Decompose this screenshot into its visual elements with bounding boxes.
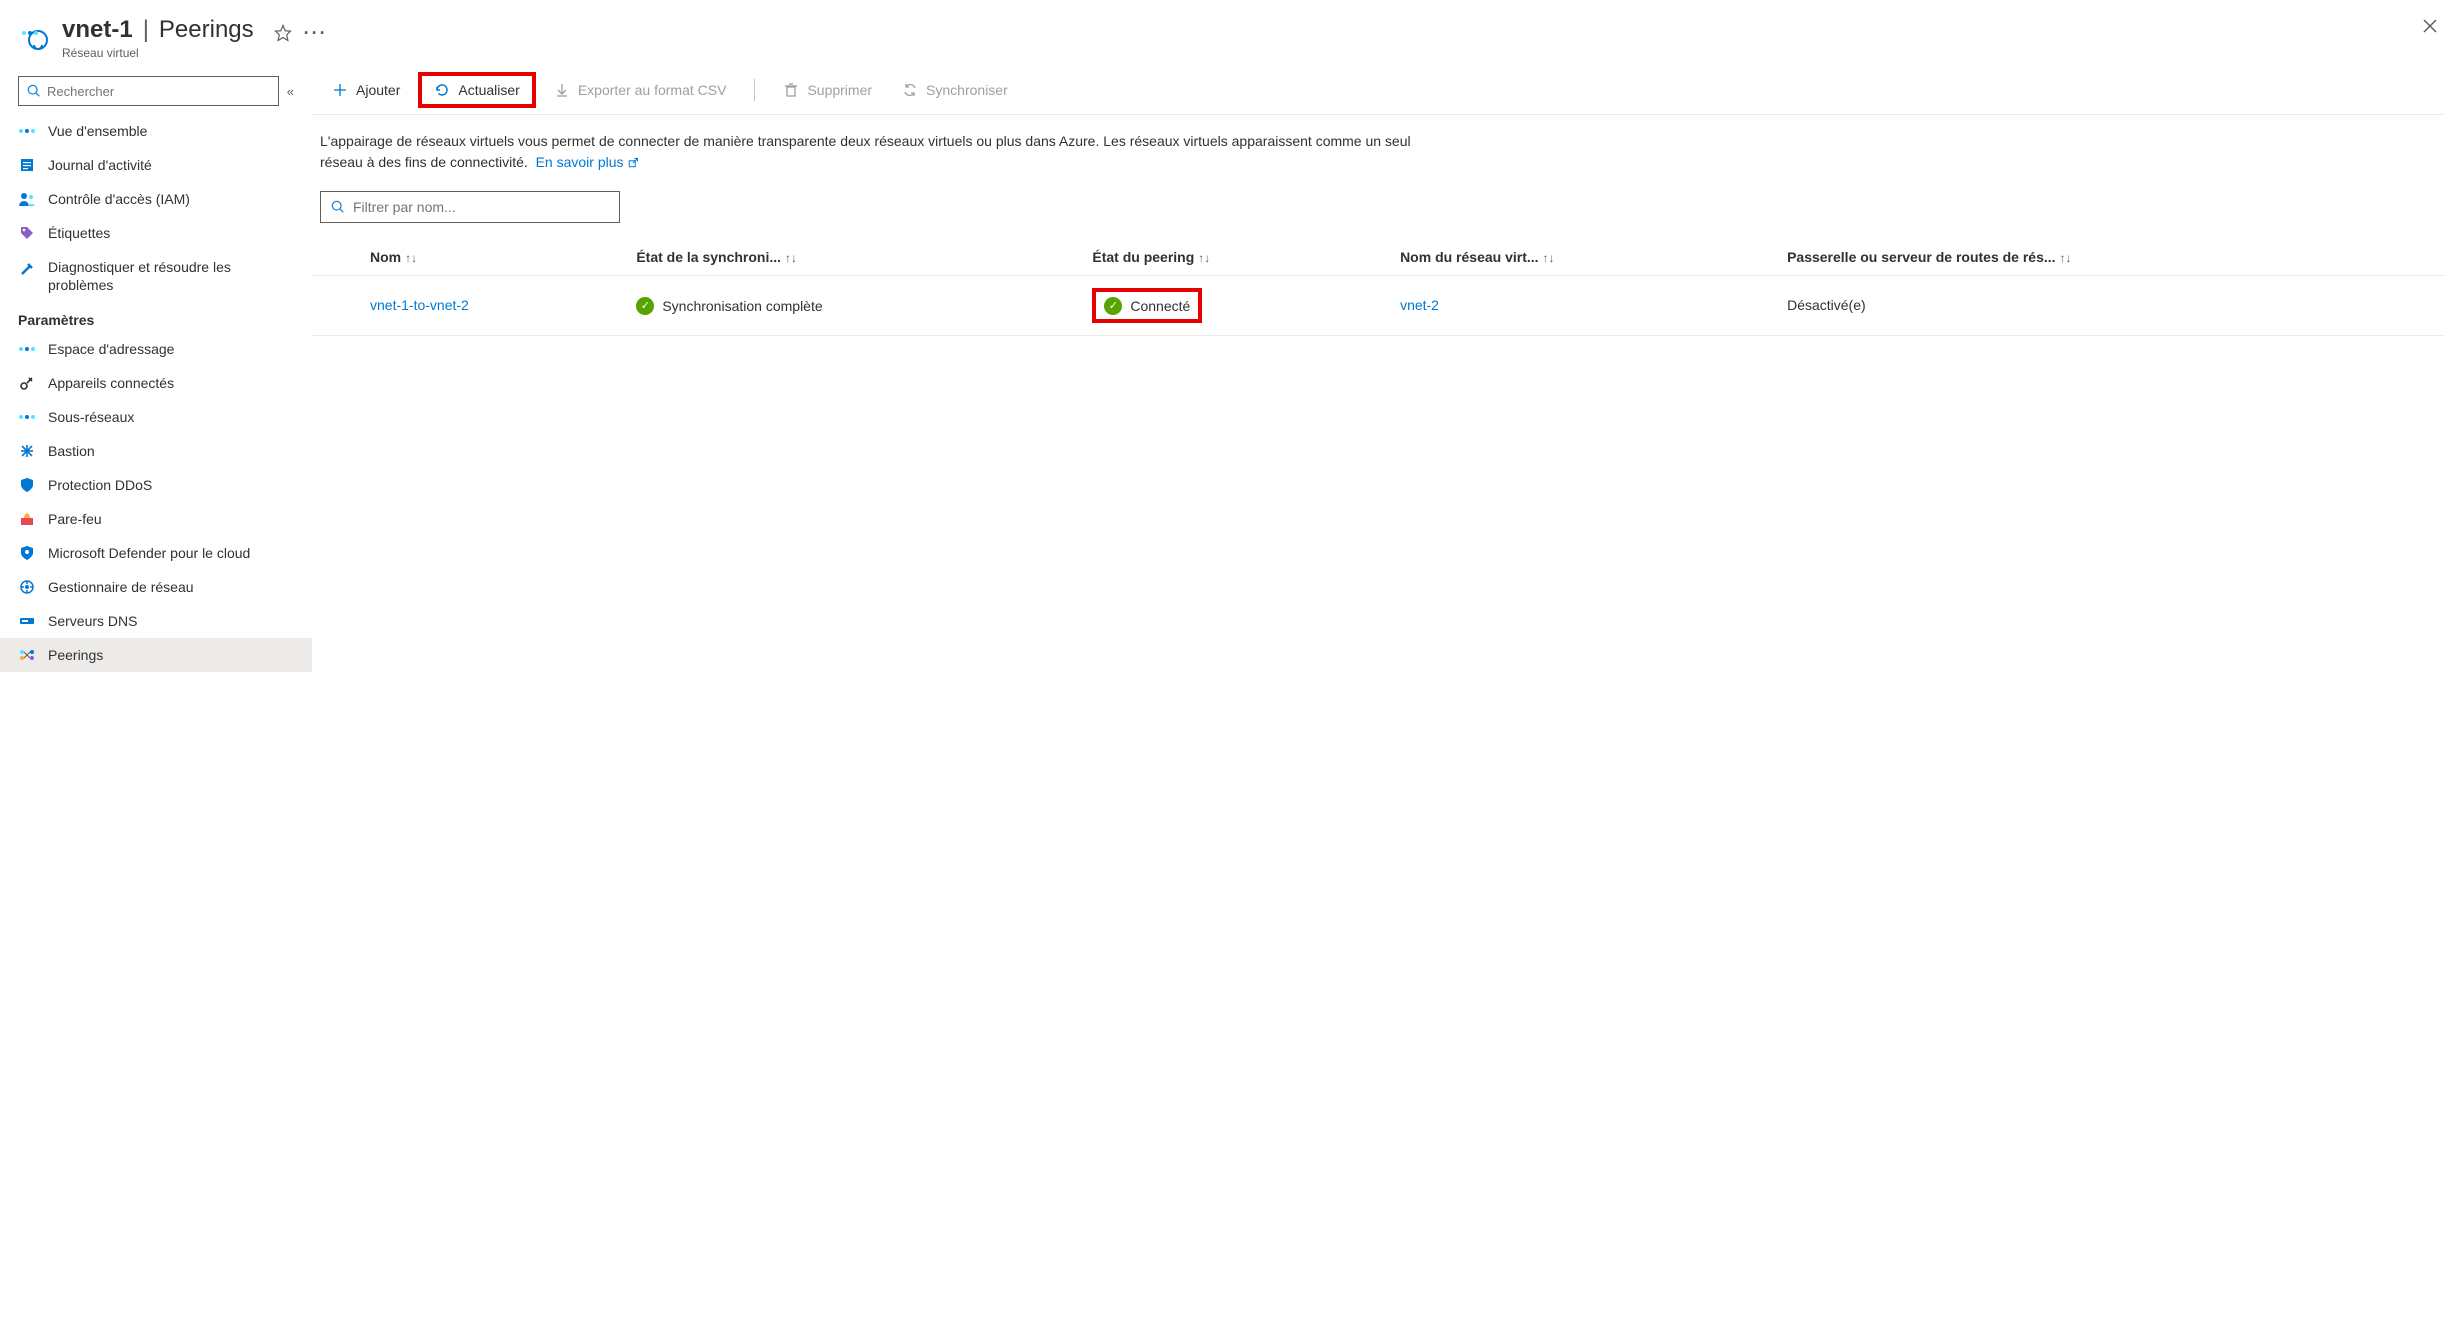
page-title: vnet-1 | Peerings ··· <box>62 16 2442 44</box>
sort-icon: ↑↓ <box>785 251 797 265</box>
sidebar-item-label: Journal d'activité <box>48 157 152 173</box>
shield-icon <box>18 476 36 494</box>
learn-more-link[interactable]: En savoir plus <box>536 154 640 170</box>
check-icon: ✓ <box>636 297 654 315</box>
sidebar-search-input[interactable] <box>47 84 270 99</box>
sidebar-item-subnets[interactable]: Sous-réseaux <box>0 400 312 434</box>
sidebar-item-label: Espace d'adressage <box>48 341 174 357</box>
table-row[interactable]: vnet-1-to-vnet-2 ✓ Synchronisation compl… <box>312 276 2444 336</box>
sidebar-item-label: Gestionnaire de réseau <box>48 579 194 595</box>
sidebar-item-label: Serveurs DNS <box>48 613 137 629</box>
peering-name-link[interactable]: vnet-1-to-vnet-2 <box>370 297 469 313</box>
vnet-icon <box>20 20 52 52</box>
favorite-icon[interactable] <box>274 24 292 42</box>
col-checkbox <box>312 239 358 276</box>
sidebar-item-label: Appareils connectés <box>48 375 174 391</box>
sidebar-item-ddos[interactable]: Protection DDoS <box>0 468 312 502</box>
sort-icon: ↑↓ <box>2060 251 2072 265</box>
external-link-icon <box>627 157 639 169</box>
bastion-icon <box>18 442 36 460</box>
sidebar-item-bastion[interactable]: Bastion <box>0 434 312 468</box>
collapse-icon[interactable]: « <box>287 84 294 99</box>
sidebar-search[interactable] <box>18 76 279 106</box>
sidebar-item-label: Microsoft Defender pour le cloud <box>48 545 250 561</box>
sidebar-item-firewall[interactable]: Pare-feu <box>0 502 312 536</box>
sidebar-item-dns[interactable]: Serveurs DNS <box>0 604 312 638</box>
sidebar-item-iam[interactable]: Contrôle d'accès (IAM) <box>0 182 312 216</box>
col-peering[interactable]: État du peering↑↓ <box>1080 239 1388 276</box>
sidebar-item-label: Pare-feu <box>48 511 102 527</box>
export-button[interactable]: Exporter au format CSV <box>542 76 739 104</box>
plug-icon <box>18 374 36 392</box>
main-content: Ajouter Actualiser Exporter au format CS… <box>312 68 2462 672</box>
plus-icon <box>332 82 348 98</box>
sync-status: ✓ Synchronisation complète <box>636 297 822 315</box>
col-sync[interactable]: État de la synchroni...↑↓ <box>624 239 1080 276</box>
sidebar-item-label: Bastion <box>48 443 95 459</box>
trash-icon <box>783 82 799 98</box>
peering-status-highlight: ✓ Connecté <box>1092 288 1202 323</box>
sort-icon: ↑↓ <box>1543 251 1555 265</box>
defender-icon <box>18 544 36 562</box>
add-button[interactable]: Ajouter <box>320 76 412 104</box>
tag-icon <box>18 224 36 242</box>
sort-icon: ↑↓ <box>1198 251 1210 265</box>
sidebar-section-settings: Paramètres <box>0 302 312 332</box>
sidebar-item-network-manager[interactable]: Gestionnaire de réseau <box>0 570 312 604</box>
activity-log-icon <box>18 156 36 174</box>
peering-status: ✓ Connecté <box>1104 297 1190 315</box>
sync-button[interactable]: Synchroniser <box>890 76 1020 104</box>
sidebar-item-label: Contrôle d'accès (IAM) <box>48 191 190 207</box>
description: L'appairage de réseaux virtuels vous per… <box>312 115 1432 185</box>
sidebar-item-address-space[interactable]: Espace d'adressage <box>0 332 312 366</box>
toolbar: Ajouter Actualiser Exporter au format CS… <box>312 68 2444 115</box>
people-icon <box>18 190 36 208</box>
peerings-icon <box>18 646 36 664</box>
col-vnet[interactable]: Nom du réseau virt...↑↓ <box>1388 239 1775 276</box>
sidebar-item-label: Diagnostiquer et résoudre les problèmes <box>48 258 294 294</box>
page-header: vnet-1 | Peerings ··· Réseau virtuel <box>0 0 2462 68</box>
sidebar-item-defender[interactable]: Microsoft Defender pour le cloud <box>0 536 312 570</box>
remote-vnet-link[interactable]: vnet-2 <box>1400 297 1439 313</box>
refresh-icon <box>434 82 450 98</box>
col-name[interactable]: Nom↑↓ <box>358 239 624 276</box>
search-icon <box>331 200 345 214</box>
sync-icon <box>902 82 918 98</box>
wrench-icon <box>18 260 36 278</box>
sidebar-item-label: Protection DDoS <box>48 477 152 493</box>
firewall-icon <box>18 510 36 528</box>
sidebar-item-peerings[interactable]: Peerings <box>0 638 312 672</box>
download-icon <box>554 82 570 98</box>
close-icon[interactable] <box>2422 18 2438 34</box>
sort-icon: ↑↓ <box>405 251 417 265</box>
sidebar: « Vue d'ensemble Journal d'activité Cont… <box>0 68 312 672</box>
address-space-icon <box>18 340 36 358</box>
dns-icon <box>18 612 36 630</box>
sidebar-item-overview[interactable]: Vue d'ensemble <box>0 114 312 148</box>
sidebar-item-tags[interactable]: Étiquettes <box>0 216 312 250</box>
col-gateway[interactable]: Passerelle ou serveur de routes de rés..… <box>1775 239 2444 276</box>
search-icon <box>27 84 41 98</box>
gateway-status: Désactivé(e) <box>1787 297 1866 313</box>
refresh-button[interactable]: Actualiser <box>418 72 535 108</box>
peerings-table: Nom↑↓ État de la synchroni...↑↓ État du … <box>312 239 2444 336</box>
toolbar-separator <box>754 79 755 101</box>
sidebar-item-label: Peerings <box>48 647 103 663</box>
vnet-overview-icon <box>18 122 36 140</box>
resource-type-label: Réseau virtuel <box>62 46 2442 60</box>
sidebar-item-label: Sous-réseaux <box>48 409 134 425</box>
network-manager-icon <box>18 578 36 596</box>
sidebar-item-activity[interactable]: Journal d'activité <box>0 148 312 182</box>
filter-input[interactable] <box>353 199 609 215</box>
filter-box[interactable] <box>320 191 620 223</box>
check-icon: ✓ <box>1104 297 1122 315</box>
subnet-icon <box>18 408 36 426</box>
sidebar-item-devices[interactable]: Appareils connectés <box>0 366 312 400</box>
delete-button[interactable]: Supprimer <box>771 76 884 104</box>
sidebar-item-diagnose[interactable]: Diagnostiquer et résoudre les problèmes <box>0 250 312 302</box>
sidebar-item-label: Étiquettes <box>48 225 110 241</box>
more-icon[interactable]: ··· <box>304 23 328 44</box>
sidebar-item-label: Vue d'ensemble <box>48 123 147 139</box>
